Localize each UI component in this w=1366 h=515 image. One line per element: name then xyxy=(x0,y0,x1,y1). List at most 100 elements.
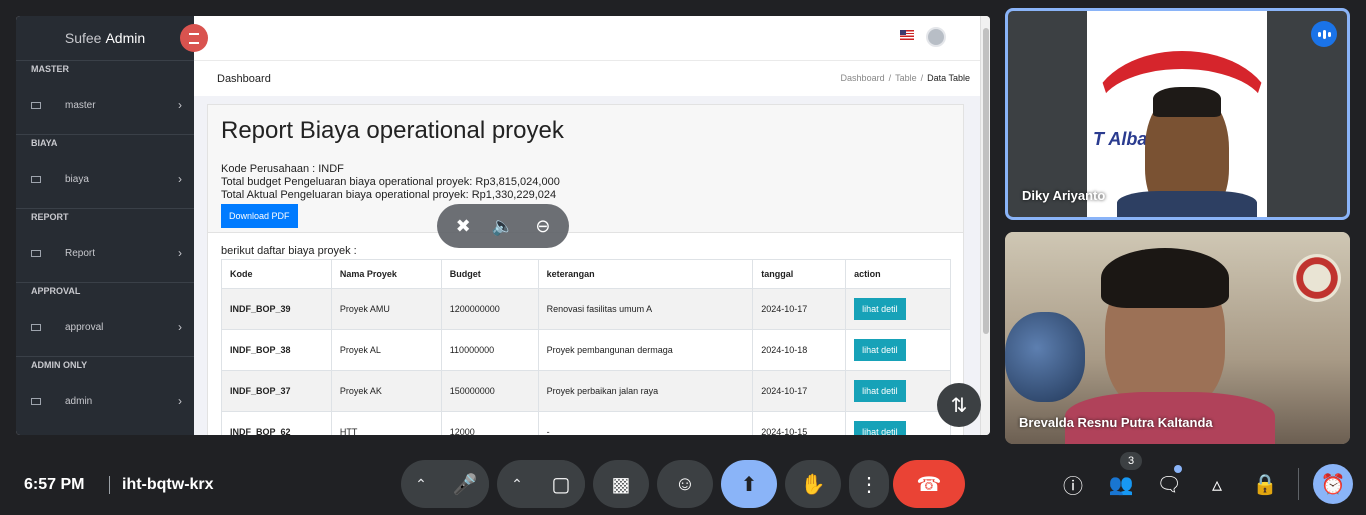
cell-action: lihat detil xyxy=(845,329,951,371)
raise-hand-button[interactable]: ✋ xyxy=(785,460,841,508)
sidebar-item-master: master › xyxy=(16,76,194,134)
sidebar-item-biaya: biaya › xyxy=(16,150,194,208)
chat-icon[interactable]: 🗨 xyxy=(1156,472,1181,496)
menu-item-icon xyxy=(31,397,41,405)
host-controls-icon[interactable]: 🔒 xyxy=(1253,472,1278,496)
hand-icon: ✋ xyxy=(800,473,826,496)
more-options-button[interactable]: ⋮ xyxy=(849,460,889,508)
volume-icon[interactable]: 🔈 xyxy=(492,216,514,237)
sidebar-section-title: BIAYA xyxy=(16,134,194,150)
cell-nama-proyek: HTT xyxy=(330,411,442,435)
swap-layout-icon[interactable]: ⇅ xyxy=(937,383,981,427)
cell-nama-proyek: Proyek AK xyxy=(330,370,442,412)
cell-kode: INDF_BOP_38 xyxy=(221,329,332,371)
timer-icon[interactable]: ⏰ xyxy=(1313,464,1353,504)
admin-sidebar: Sufee Admin MASTER master › BIAYA biaya › REPO… xyxy=(16,16,194,435)
column-header: action xyxy=(845,259,951,289)
breadcrumb: Dashboard / Table / Data Table xyxy=(840,73,970,83)
kode-perusahaan: Kode Perusahaan : INDF xyxy=(221,163,344,175)
breadcrumb-item: Dashboard xyxy=(840,73,885,83)
participant-tile[interactable]: Brevalda Resnu Putra Kaltanda xyxy=(1005,232,1350,444)
emoji-icon: ☺ xyxy=(674,472,696,495)
participant-video: T Albar estar xyxy=(1087,11,1267,217)
participant-tile[interactable]: T Albar estar Diky Ariyanto xyxy=(1005,8,1350,220)
list-lead: berikut daftar biaya proyek : xyxy=(221,245,357,257)
participant-name: Brevalda Resnu Putra Kaltanda xyxy=(1019,415,1213,430)
cell-kode: INDF_BOP_39 xyxy=(221,288,332,330)
total-budget: Total budget Pengeluaran biaya operation… xyxy=(221,176,560,188)
present-screen-icon: ⬆ xyxy=(740,473,758,496)
sidebar-section-title: APPROVAL xyxy=(16,282,194,298)
menu-toggle-icon xyxy=(180,24,208,52)
report-table: Kode Nama Proyek Budget keterangan tanggal ac… xyxy=(221,259,951,435)
unpin-icon[interactable]: ✖ xyxy=(456,216,471,237)
column-header: tanggal xyxy=(752,259,847,289)
table-row: INDF_BOP_39 Proyek AMU 1200000000 Renovasi … xyxy=(221,288,951,330)
microphone-icon[interactable]: 🎤 xyxy=(441,460,489,508)
chevron-right-icon: › xyxy=(178,246,182,260)
cell-tanggal: 2024-10-17 xyxy=(752,370,847,412)
mic-control: ⌃ 🎤 xyxy=(401,460,489,508)
activities-icon[interactable]: ▵ xyxy=(1205,472,1229,496)
admin-brand: Sufee Admin xyxy=(64,30,146,46)
total-aktual: Total Aktual Pengeluaran biaya operation… xyxy=(221,189,557,201)
cell-kode: INDF_BOP_37 xyxy=(221,370,332,412)
camera-options-chevron-icon[interactable]: ⌃ xyxy=(497,476,537,493)
report-title: Report Biaya operational proyek xyxy=(221,117,564,144)
sidebar-item-label: biaya xyxy=(65,173,89,185)
page-scrollbar xyxy=(980,16,990,435)
meeting-code: iht-bqtw-krx xyxy=(122,476,214,493)
sidebar-section-title: ADMIN ONLY xyxy=(16,356,194,372)
report-body: berikut daftar biaya proyek : Kode Nama P… xyxy=(208,233,963,435)
breadcrumb-current: Data Table xyxy=(927,73,970,83)
cell-tanggal: 2024-10-17 xyxy=(752,288,847,330)
reactions-button[interactable]: ☺ xyxy=(657,460,713,508)
leave-call-button[interactable]: ☎ xyxy=(893,460,965,508)
sidebar-item-approval: approval › xyxy=(16,298,194,356)
cell-keterangan: Proyek perbaikan jalan raya xyxy=(537,370,754,412)
present-screen-button[interactable]: ⬆ xyxy=(721,460,777,508)
sidebar-item-label: admin xyxy=(65,395,93,407)
cell-budget: 12000 xyxy=(440,411,539,435)
cell-kode: INDF_BOP_62 xyxy=(221,411,332,435)
cell-budget: 150000000 xyxy=(440,370,539,412)
captions-button[interactable]: ▩ xyxy=(593,460,649,508)
download-pdf-button: Download PDF xyxy=(221,204,298,228)
cell-action: lihat detil xyxy=(845,288,951,330)
minus-circle-icon[interactable]: ⊖ xyxy=(535,216,550,237)
column-header: Nama Proyek xyxy=(330,259,442,289)
cell-nama-proyek: Proyek AMU xyxy=(330,288,442,330)
page-header: Dashboard Dashboard / Table / Data Table xyxy=(194,60,980,96)
column-header: Budget xyxy=(440,259,539,289)
cell-action: lihat detil xyxy=(845,370,951,412)
cell-budget: 1200000000 xyxy=(440,288,539,330)
lihat-detil-button: lihat detil xyxy=(854,421,906,435)
sidebar-item-report: Report › xyxy=(16,224,194,282)
table-row: INDF_BOP_37 Proyek AK 150000000 Proyek perb… xyxy=(221,370,951,412)
mic-options-chevron-icon[interactable]: ⌃ xyxy=(401,476,441,493)
breadcrumb-item: Table xyxy=(895,73,917,83)
people-icon[interactable]: 👥 xyxy=(1109,472,1134,496)
presentation-overlay-controls: ✖ 🔈 ⊖ xyxy=(437,204,569,248)
us-flag-icon xyxy=(900,30,914,40)
cell-action: lihat detil xyxy=(845,411,951,435)
lihat-detil-button: lihat detil xyxy=(854,380,906,402)
table-row: INDF_BOP_62 HTT 12000-2024-10-15 lihat deti… xyxy=(221,411,951,435)
column-header: Kode xyxy=(221,259,332,289)
more-vert-icon: ⋮ xyxy=(859,473,879,496)
cell-keterangan: Proyek pembangunan dermaga xyxy=(537,329,754,371)
cell-tanggal: 2024-10-15 xyxy=(752,411,847,435)
sidebar-item-label: Report xyxy=(65,247,96,259)
speaking-indicator-icon xyxy=(1311,21,1337,47)
cell-budget: 110000000 xyxy=(440,329,539,371)
info-icon[interactable]: ⓘ xyxy=(1061,472,1085,498)
chevron-right-icon: › xyxy=(178,320,182,334)
table-row: INDF_BOP_38 Proyek AL 110000000 Proyek pemb… xyxy=(221,329,951,371)
lihat-detil-button: lihat detil xyxy=(854,339,906,361)
menu-item-icon xyxy=(31,249,41,257)
report-card: Report Biaya operational proyek Kode Per… xyxy=(207,104,964,435)
camera-icon[interactable]: ▢ xyxy=(537,460,585,508)
sidebar-section-title: MASTER xyxy=(16,60,194,76)
admin-topbar xyxy=(194,16,980,60)
chevron-right-icon: › xyxy=(178,172,182,186)
